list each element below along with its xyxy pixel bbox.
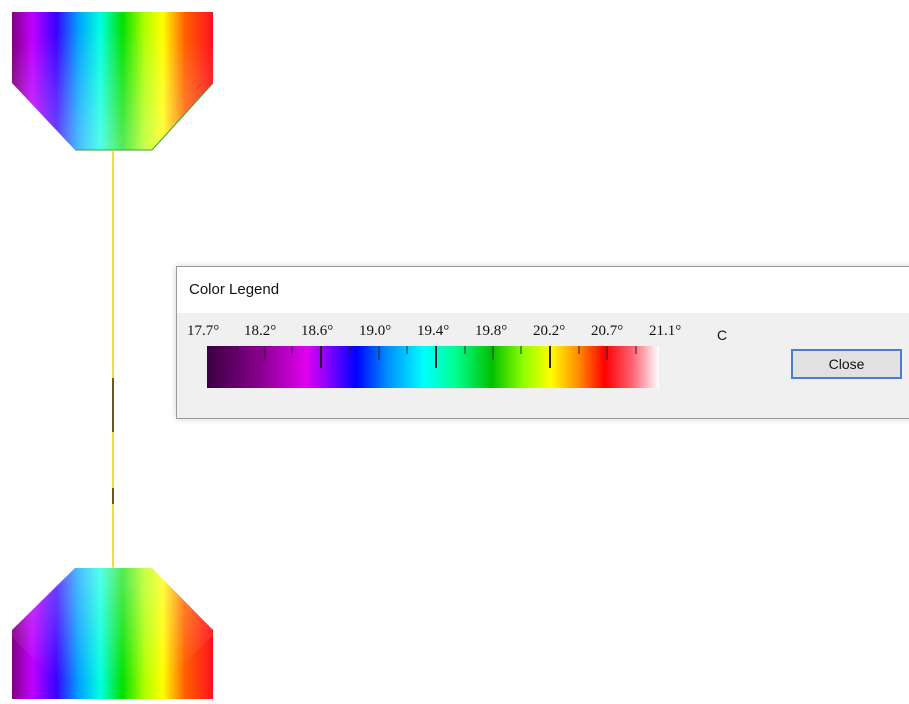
tick-labels: 17.7° 18.2° 18.6° 19.0° 19.4° 19.8° 20.2… <box>187 323 681 343</box>
color-legend-dialog: Color Legend 17.7° 18.2° 18.6° 19.0° 19.… <box>176 266 909 419</box>
tick-label: 17.7° <box>187 323 220 339</box>
tick-label: 19.0° <box>359 323 392 339</box>
tick-label: 18.2° <box>244 323 277 339</box>
dialog-title: Color Legend <box>189 281 280 298</box>
tick-label: 20.7° <box>591 323 624 339</box>
tick-ruler <box>236 346 637 368</box>
close-button[interactable]: Close <box>791 349 902 379</box>
tick-label: 21.1° <box>649 323 682 339</box>
tick-label: 20.2° <box>533 323 566 339</box>
tick-label: 18.6° <box>301 323 334 339</box>
dialog-titlebar[interactable]: Color Legend <box>177 267 909 313</box>
tick-label: 19.4° <box>417 323 450 339</box>
top-element-highlight <box>12 12 213 150</box>
tick-label: 19.8° <box>475 323 508 339</box>
unit-label: C <box>717 327 728 343</box>
